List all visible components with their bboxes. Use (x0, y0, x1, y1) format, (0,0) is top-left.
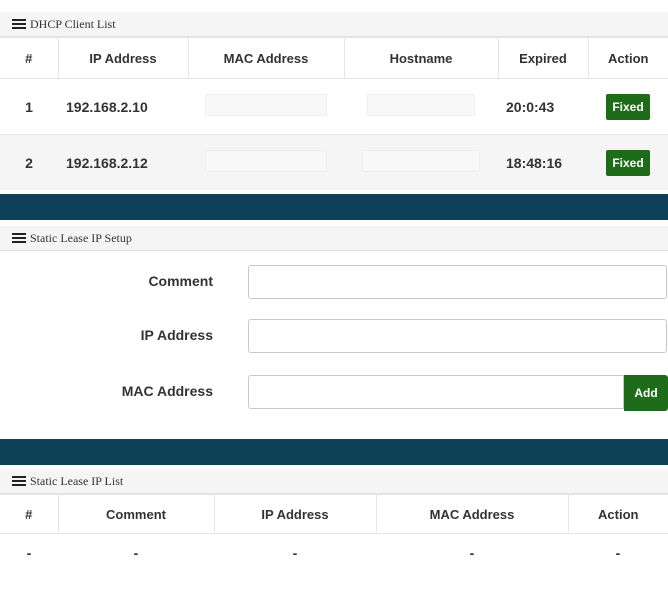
static-lease-table: # Comment IP Address MAC Address Action … (0, 494, 668, 572)
expired-cell: 20:0:43 (498, 78, 588, 135)
expired-cell: 18:48:16 (498, 134, 588, 190)
column-header-comment: Comment (57, 494, 214, 534)
ip-address-cell: 192.168.2.10 (58, 78, 188, 135)
static-lease-list-panel: Static Lease IP List # Comment IP Addres… (0, 469, 668, 572)
comment-input[interactable] (248, 265, 667, 299)
column-header-expired: Expired (497, 37, 588, 79)
add-button[interactable]: Add (624, 375, 668, 411)
mac-address-label: MAC Address (121, 383, 213, 399)
comment-cell: - (133, 545, 139, 561)
ip-address-input[interactable] (248, 319, 667, 353)
action-cell: Fixed (588, 134, 668, 190)
ip-address-cell: 192.168.2.12 (58, 134, 188, 190)
row-number: 2 (0, 134, 58, 190)
panel-title: Static Lease IP Setup (30, 230, 132, 245)
dhcp-client-list-panel: DHCP Client List # IP Address MAC Addres… (0, 12, 668, 190)
mac-address-cell (188, 78, 344, 135)
column-header-action: Action (587, 37, 668, 79)
hostname-cell (344, 134, 498, 190)
redacted-mac (205, 94, 327, 116)
list-icon (12, 19, 26, 29)
column-header-num: # (0, 37, 58, 79)
dhcp-client-list-header: DHCP Client List (0, 12, 668, 37)
action-cell: Fixed (588, 78, 668, 135)
column-header-action: Action (567, 494, 668, 534)
static-lease-setup-panel: Static Lease IP Setup Comment IP Address… (0, 226, 668, 419)
action-cell: - (615, 545, 621, 561)
column-header-hostname: Hostname (343, 37, 498, 79)
column-header-ip: IP Address (213, 494, 376, 534)
fixed-button[interactable]: Fixed (606, 149, 650, 176)
table-row: 1 192.168.2.10 20:0:43 Fixed (0, 78, 668, 135)
column-header-ip: IP Address (57, 37, 188, 79)
mac-address-cell: - (469, 545, 475, 561)
redacted-mac (205, 150, 327, 172)
column-header-mac: MAC Address (187, 37, 344, 79)
list-icon (12, 233, 26, 243)
section-divider (0, 194, 668, 220)
mac-address-input[interactable] (248, 375, 624, 409)
table-row: - - - - - (0, 534, 668, 573)
panel-title: Static Lease IP List (30, 473, 124, 488)
panel-title: DHCP Client List (30, 16, 116, 31)
ip-address-cell: - (292, 545, 298, 561)
column-header-num: # (0, 494, 58, 534)
ip-address-label: IP Address (140, 327, 213, 343)
mac-address-cell (188, 134, 344, 190)
dhcp-client-table: # IP Address MAC Address Hostname Expire… (0, 37, 668, 190)
table-header-row: # Comment IP Address MAC Address Action (0, 494, 668, 534)
row-number: 1 (0, 78, 58, 135)
comment-label: Comment (148, 273, 213, 289)
column-header-mac: MAC Address (375, 494, 568, 534)
static-lease-setup-header: Static Lease IP Setup (0, 226, 668, 251)
mac-address-row: MAC Address Add (0, 369, 668, 419)
row-number: - (26, 545, 32, 561)
fixed-button[interactable]: Fixed (606, 93, 650, 120)
table-row: 2 192.168.2.12 18:48:16 Fixed (0, 134, 668, 190)
ip-address-row: IP Address (0, 313, 668, 363)
comment-row: Comment (0, 259, 668, 309)
hostname-cell (344, 78, 498, 135)
table-header-row: # IP Address MAC Address Hostname Expire… (0, 37, 668, 79)
list-icon (12, 476, 26, 486)
redacted-hostname (367, 94, 475, 116)
section-divider (0, 439, 668, 465)
redacted-hostname (362, 150, 480, 172)
static-lease-list-header: Static Lease IP List (0, 469, 668, 494)
